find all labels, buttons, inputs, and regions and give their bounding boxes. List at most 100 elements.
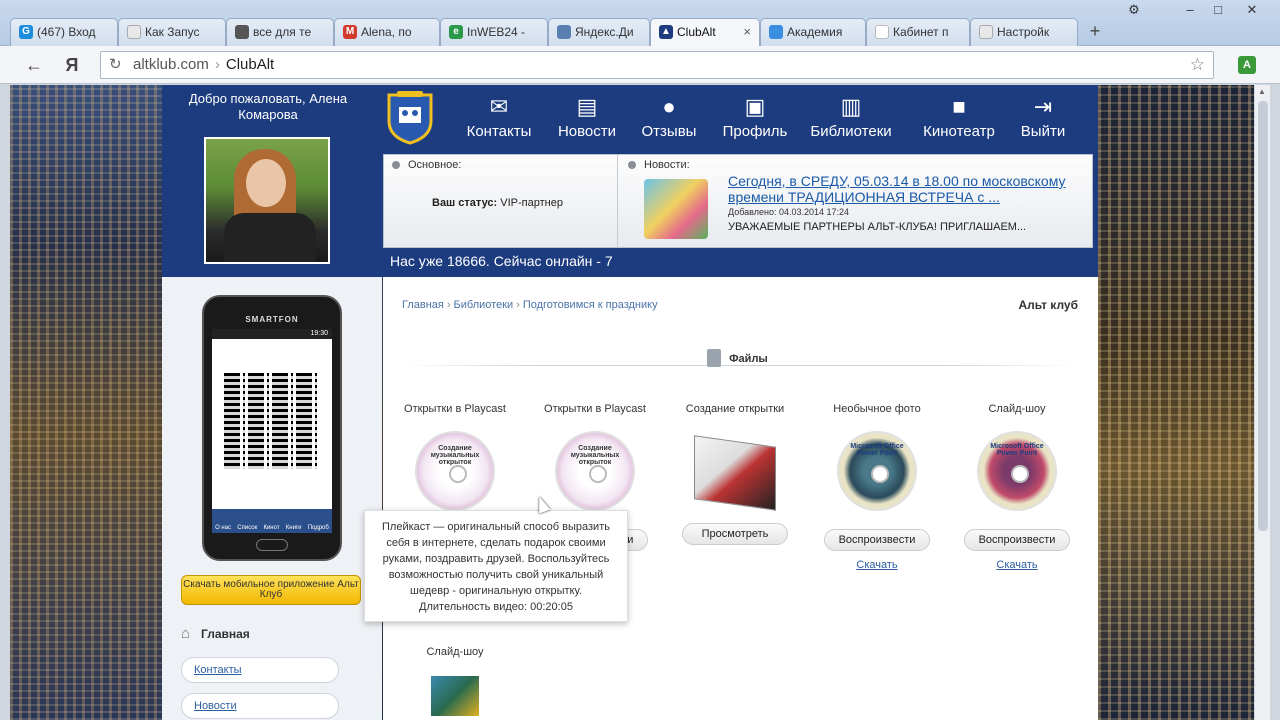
- news-icon: ▤: [576, 94, 598, 119]
- browser-tab[interactable]: все для те: [226, 18, 334, 46]
- nav-libraries[interactable]: ▥ Библиотеки: [808, 94, 894, 141]
- file-title: Необычное фото: [833, 403, 921, 415]
- page-favicon-icon: [127, 25, 141, 39]
- browser-tab[interactable]: M Alena, по: [334, 18, 440, 46]
- browser-tab[interactable]: G (467) Вход: [10, 18, 118, 46]
- nav-profile[interactable]: ▣ Профиль: [715, 95, 795, 141]
- mail-icon: ✉: [489, 94, 509, 119]
- dvd-cover-icon[interactable]: Создание музыкальных открыток: [555, 431, 635, 511]
- close-tab-icon[interactable]: ×: [743, 19, 751, 45]
- file-item: Необычное фото Microsoft Office Power Po…: [807, 403, 947, 571]
- basic-info-heading: Основное:: [392, 159, 461, 171]
- breadcrumb: Главная › Библиотеки › Подготовимся к праздн…: [402, 299, 658, 311]
- tab-label: InWEB24 -: [467, 25, 526, 39]
- address-separator-icon: ›: [214, 56, 220, 73]
- nav-label: Кинотеатр: [923, 123, 995, 140]
- yandex-icon[interactable]: Я: [60, 53, 84, 77]
- book-cover-icon[interactable]: [694, 435, 776, 511]
- dock-label: Подроб: [307, 525, 329, 531]
- library-icon: ▥: [840, 94, 862, 119]
- nav-cinema[interactable]: ■ Кинотеатр: [916, 95, 1002, 141]
- phone-screen: 19:30: [212, 329, 332, 509]
- slideshow-cover-icon[interactable]: [431, 676, 479, 716]
- scrollbar-thumb[interactable]: [1258, 101, 1268, 531]
- file-title: Создание открытки: [685, 403, 785, 415]
- back-arrow-icon[interactable]: ←: [22, 53, 46, 77]
- scroll-up-arrow-icon[interactable]: ▲: [1258, 87, 1266, 96]
- news-link[interactable]: Сегодня, в СРЕДУ, 05.03.14 в 18.00 по мо…: [728, 173, 1088, 205]
- scrollbar[interactable]: ▲: [1254, 85, 1270, 720]
- browser-tab[interactable]: Настройк: [970, 18, 1078, 46]
- yandex-disk-favicon-icon: [557, 25, 571, 39]
- browser-tab[interactable]: Как Запус: [118, 18, 226, 46]
- nav-contacts[interactable]: ✉ Контакты: [459, 94, 539, 141]
- clubalt-logo-icon[interactable]: [385, 91, 435, 145]
- phone-home-button-icon: [256, 539, 288, 551]
- download-link[interactable]: Скачать: [947, 559, 1087, 571]
- disc-label: Создание музыкальных открыток: [430, 445, 480, 466]
- breadcrumb-libraries[interactable]: Библиотеки: [454, 299, 514, 311]
- play-button[interactable]: Воспроизвести: [964, 529, 1070, 551]
- sidebar-link-news[interactable]: Новости: [181, 693, 339, 719]
- extension-icon[interactable]: A: [1238, 56, 1256, 74]
- nav-logout[interactable]: ⇥ Выйти: [1012, 94, 1074, 141]
- maximize-button[interactable]: □: [1204, 0, 1232, 22]
- dvd-cover-icon[interactable]: Microsoft Office Power Point: [977, 431, 1057, 511]
- new-tab-button[interactable]: +: [1082, 20, 1108, 42]
- view-button[interactable]: Просмотреть: [682, 523, 788, 545]
- close-window-button[interactable]: ✕: [1232, 0, 1272, 22]
- nav-news[interactable]: ▤ Новости: [549, 94, 625, 141]
- phone-brand: SMARTFON: [245, 315, 299, 324]
- tab-label: (467) Вход: [37, 25, 96, 39]
- page-favicon-icon: [979, 25, 993, 39]
- browser-tab[interactable]: Академия: [760, 18, 866, 46]
- tooltip: Плейкаст — оригинальный способ выразить …: [364, 510, 628, 622]
- dvd-cover-icon[interactable]: Microsoft Office Power Point: [837, 431, 917, 511]
- news-thumbnail[interactable]: [644, 179, 708, 239]
- site-name: Альт клуб: [1018, 298, 1078, 312]
- minimize-button[interactable]: –: [1176, 0, 1204, 22]
- file-title: Открытки в Playcast: [404, 403, 506, 415]
- browser-tab[interactable]: e InWEB24 -: [440, 18, 548, 46]
- address-bar[interactable]: ↻ altklub.com › ClubAlt ☆: [100, 51, 1214, 79]
- play-button[interactable]: Воспроизвести: [824, 529, 930, 551]
- dock-label: Книги: [285, 525, 302, 531]
- breadcrumb-current[interactable]: Подготовимся к празднику: [523, 299, 658, 311]
- info-panel: Основное: Ваш статус: VIP-партнер Новост…: [383, 154, 1093, 248]
- site-header: Добро пожаловать, Алена Комарова ✉ Конта…: [162, 85, 1098, 277]
- sidebar-home-heading[interactable]: Главная: [181, 625, 250, 642]
- reload-icon[interactable]: ↻: [109, 52, 122, 78]
- divider: [402, 365, 1076, 366]
- academy-favicon-icon: [769, 25, 783, 39]
- logout-icon: ⇥: [1033, 94, 1053, 119]
- dock-label: Список: [237, 525, 258, 531]
- nav-label: Контакты: [466, 123, 532, 140]
- browser-tab-active[interactable]: ▲ ClubAlt ×: [650, 18, 760, 47]
- tab-label: Настройк: [997, 25, 1050, 39]
- browser-tab[interactable]: Кабинет п: [866, 18, 970, 46]
- file-item: Открытки в Playcast Создание музыкальных…: [385, 403, 525, 511]
- breadcrumb-home[interactable]: Главная: [402, 299, 444, 311]
- files-section-title: Файлы: [383, 349, 1098, 367]
- user-avatar[interactable]: [204, 137, 330, 264]
- phone-status-bar: 19:30: [212, 329, 332, 339]
- browser-tab[interactable]: Яндекс.Ди: [548, 18, 650, 46]
- city-background-image: [10, 85, 172, 720]
- dvd-cover-icon[interactable]: Создание музыкальных открыток: [415, 431, 495, 511]
- web-page: Добро пожаловать, Алена Комарова ✉ Конта…: [10, 85, 1254, 720]
- news-excerpt: УВАЖАЕМЫЕ ПАРТНЕРЫ АЛЬТ-КЛУБА! ПРИГЛАШАЕ…: [728, 221, 1027, 233]
- address-title: ClubAlt: [225, 56, 275, 73]
- left-sidebar: SMARTFON 19:30 О нас Список Кинот Книги …: [162, 277, 382, 720]
- file-title: Слайд-шоу: [426, 646, 484, 658]
- bookmark-star-icon[interactable]: ☆: [1190, 52, 1205, 78]
- sidebar-link-contacts[interactable]: Контакты: [181, 657, 339, 683]
- page-favicon-icon: [875, 25, 889, 39]
- dock-label: О нас: [215, 525, 232, 531]
- browser-tab-strip: G (467) Вход Как Запус все для те M Alen…: [0, 0, 1280, 47]
- download-app-button[interactable]: Скачать мобильное приложение Альт Клуб: [181, 575, 361, 605]
- download-link[interactable]: Скачать: [807, 559, 947, 571]
- nav-reviews[interactable]: ● Отзывы: [633, 95, 705, 141]
- files-icon: [707, 349, 722, 367]
- speaker-favicon-icon: [235, 25, 249, 39]
- settings-gear-icon[interactable]: ⚙: [1120, 0, 1148, 22]
